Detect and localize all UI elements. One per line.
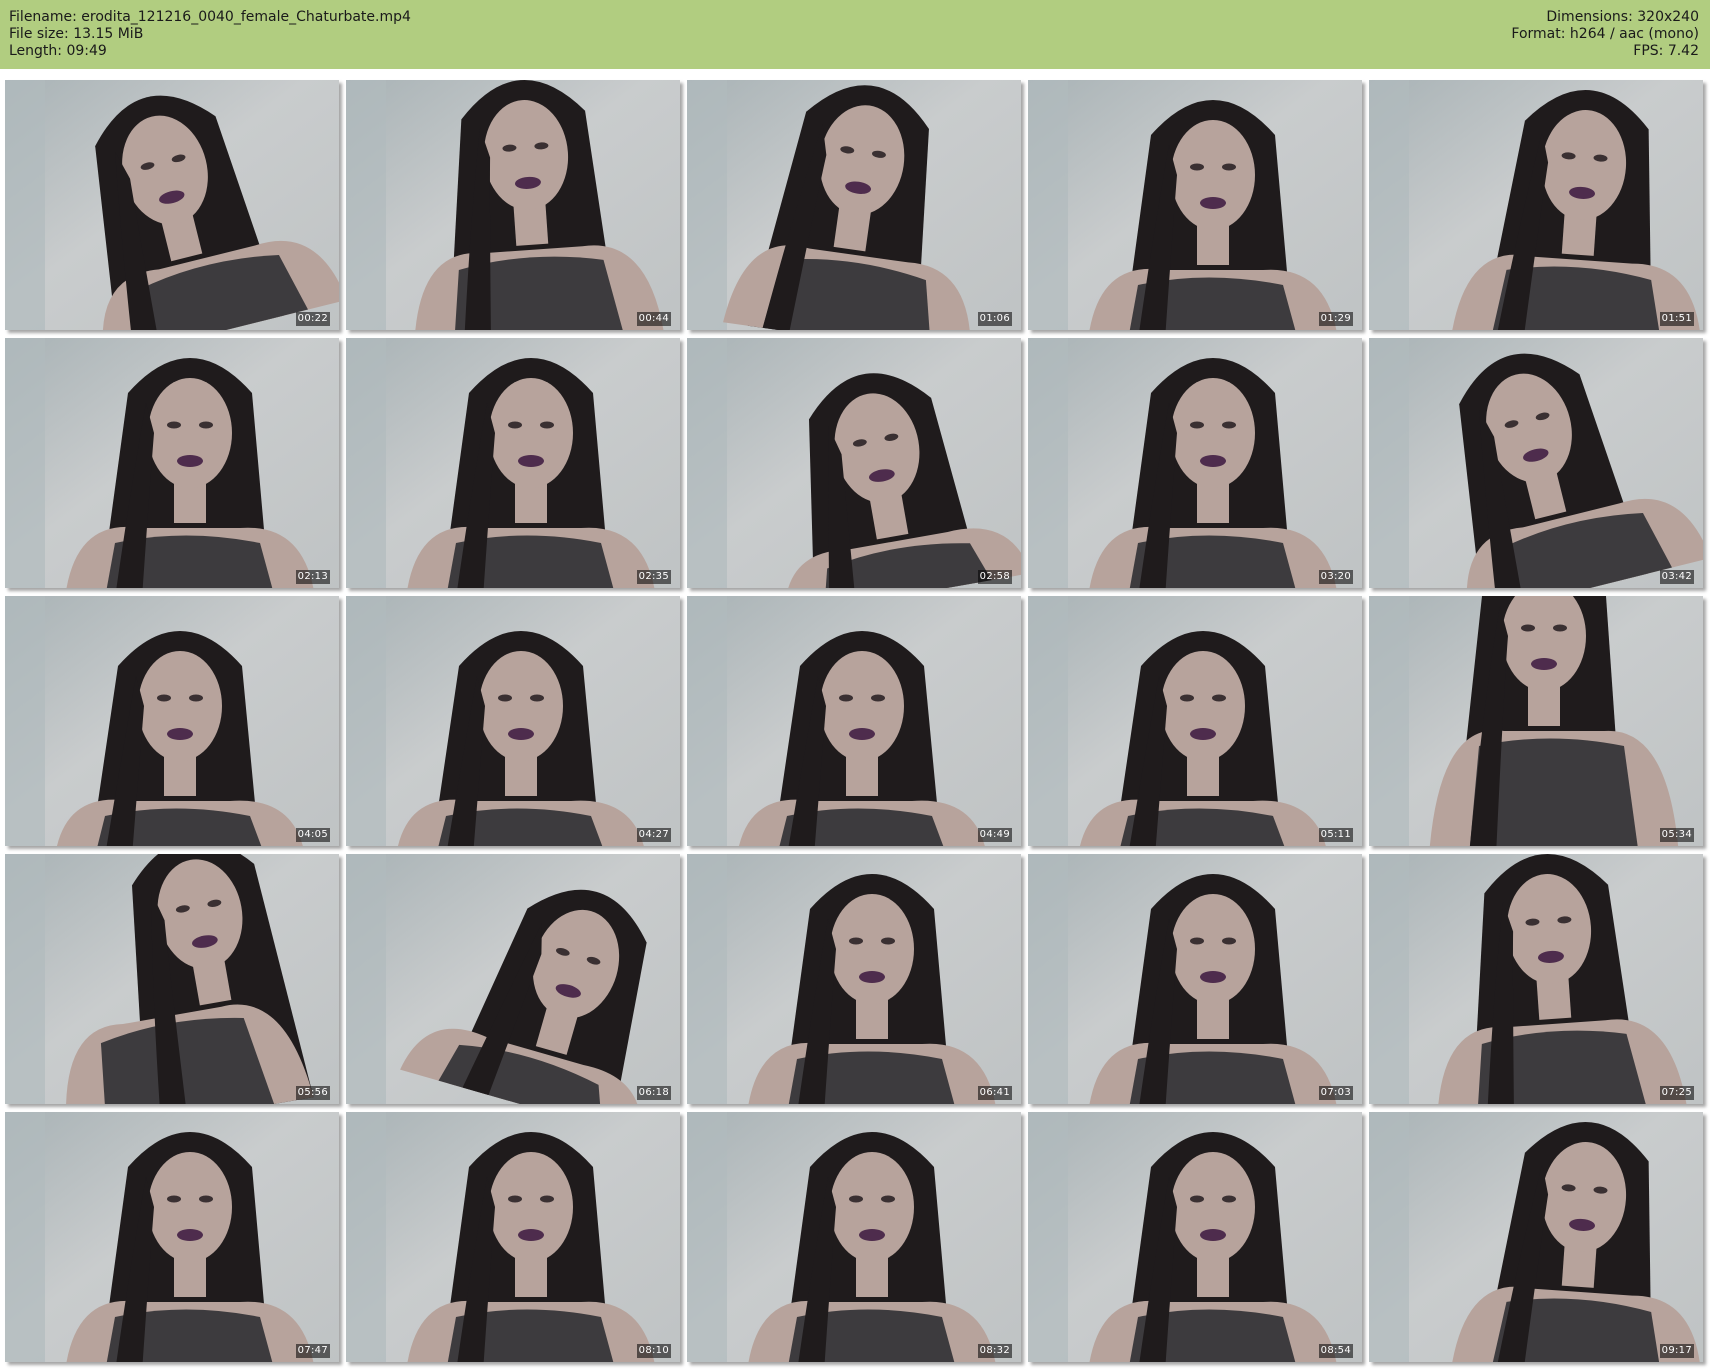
timestamp-label: 02:35 — [636, 570, 671, 584]
timestamp-label: 00:44 — [636, 312, 671, 326]
timestamp-label: 08:32 — [977, 1344, 1012, 1358]
video-frame-image — [5, 596, 339, 846]
thumbnail[interactable]: 02:35 — [346, 338, 680, 588]
timestamp-label: 05:56 — [295, 1086, 330, 1100]
thumbnail[interactable]: 00:22 — [5, 80, 339, 330]
thumbnail[interactable]: 09:17 — [1369, 1112, 1703, 1362]
thumbnail[interactable]: 02:13 — [5, 338, 339, 588]
video-frame-image — [1028, 854, 1362, 1104]
timestamp-label: 07:47 — [295, 1344, 330, 1358]
timestamp-label: 01:51 — [1659, 312, 1694, 326]
timestamp-label: 08:10 — [636, 1344, 671, 1358]
video-frame-image — [687, 338, 1021, 588]
thumbnail[interactable]: 06:41 — [687, 854, 1021, 1104]
timestamp-label: 02:58 — [977, 570, 1012, 584]
video-frame-image — [346, 80, 680, 330]
thumbnail[interactable]: 07:03 — [1028, 854, 1362, 1104]
format-text: Format: h264 / aac (mono) — [1511, 26, 1699, 42]
video-frame-image — [346, 1112, 680, 1362]
video-frame-image — [1028, 338, 1362, 588]
video-frame-image — [5, 1112, 339, 1362]
thumbnail[interactable]: 01:51 — [1369, 80, 1703, 330]
timestamp-label: 06:41 — [977, 1086, 1012, 1100]
video-frame-image — [687, 1112, 1021, 1362]
fps-text: FPS: 7.42 — [1633, 43, 1699, 59]
video-frame-image — [1369, 80, 1703, 330]
timestamp-label: 03:42 — [1659, 570, 1694, 584]
video-frame-image — [687, 596, 1021, 846]
dimensions-text: Dimensions: 320x240 — [1546, 9, 1699, 25]
file-info-left: Filename: erodita_121216_0040_female_Cha… — [9, 9, 411, 60]
video-frame-image — [5, 80, 339, 330]
thumbnail[interactable]: 08:32 — [687, 1112, 1021, 1362]
video-frame-image — [1369, 854, 1703, 1104]
thumbnail[interactable]: 07:47 — [5, 1112, 339, 1362]
thumbnail[interactable]: 05:34 — [1369, 596, 1703, 846]
video-frame-image — [5, 854, 339, 1104]
thumbnail[interactable]: 05:56 — [5, 854, 339, 1104]
timestamp-label: 07:25 — [1659, 1086, 1694, 1100]
video-frame-image — [1369, 596, 1703, 846]
thumbnail[interactable]: 07:25 — [1369, 854, 1703, 1104]
timestamp-label: 00:22 — [295, 312, 330, 326]
timestamp-label: 07:03 — [1318, 1086, 1353, 1100]
video-frame-image — [346, 596, 680, 846]
file-info-right: Dimensions: 320x240 Format: h264 / aac (… — [1511, 9, 1699, 60]
timestamp-label: 04:49 — [977, 828, 1012, 842]
thumbnail[interactable]: 08:10 — [346, 1112, 680, 1362]
thumbnail[interactable]: 02:58 — [687, 338, 1021, 588]
video-frame-image — [1028, 80, 1362, 330]
thumbnail[interactable]: 04:27 — [346, 596, 680, 846]
video-frame-image — [687, 854, 1021, 1104]
thumbnail[interactable]: 03:42 — [1369, 338, 1703, 588]
timestamp-label: 05:11 — [1318, 828, 1353, 842]
length-text: Length: 09:49 — [9, 43, 107, 59]
thumbnail[interactable]: 08:54 — [1028, 1112, 1362, 1362]
timestamp-label: 04:05 — [295, 828, 330, 842]
filename-text: Filename: erodita_121216_0040_female_Cha… — [9, 9, 411, 25]
video-frame-image — [346, 854, 680, 1104]
video-frame-image — [687, 80, 1021, 330]
timestamp-label: 09:17 — [1659, 1344, 1694, 1358]
timestamp-label: 04:27 — [636, 828, 671, 842]
thumbnail[interactable]: 04:49 — [687, 596, 1021, 846]
video-frame-image — [5, 338, 339, 588]
thumbnail[interactable]: 01:06 — [687, 80, 1021, 330]
thumbnail[interactable]: 00:44 — [346, 80, 680, 330]
thumbnail[interactable]: 05:11 — [1028, 596, 1362, 846]
video-frame-image — [1369, 1112, 1703, 1362]
timestamp-label: 06:18 — [636, 1086, 671, 1100]
thumbnail[interactable]: 03:20 — [1028, 338, 1362, 588]
video-frame-image — [346, 338, 680, 588]
video-frame-image — [1028, 1112, 1362, 1362]
timestamp-label: 01:29 — [1318, 312, 1353, 326]
timestamp-label: 01:06 — [977, 312, 1012, 326]
thumbnail[interactable]: 04:05 — [5, 596, 339, 846]
video-frame-image — [1369, 338, 1703, 588]
video-frame-image — [1028, 596, 1362, 846]
filesize-text: File size: 13.15 MiB — [9, 26, 144, 42]
timestamp-label: 05:34 — [1659, 828, 1694, 842]
timestamp-label: 08:54 — [1318, 1344, 1353, 1358]
thumbnail[interactable]: 01:29 — [1028, 80, 1362, 330]
thumbnail[interactable]: 06:18 — [346, 854, 680, 1104]
timestamp-label: 02:13 — [295, 570, 330, 584]
timestamp-label: 03:20 — [1318, 570, 1353, 584]
info-header: Filename: erodita_121216_0040_female_Cha… — [0, 0, 1710, 69]
